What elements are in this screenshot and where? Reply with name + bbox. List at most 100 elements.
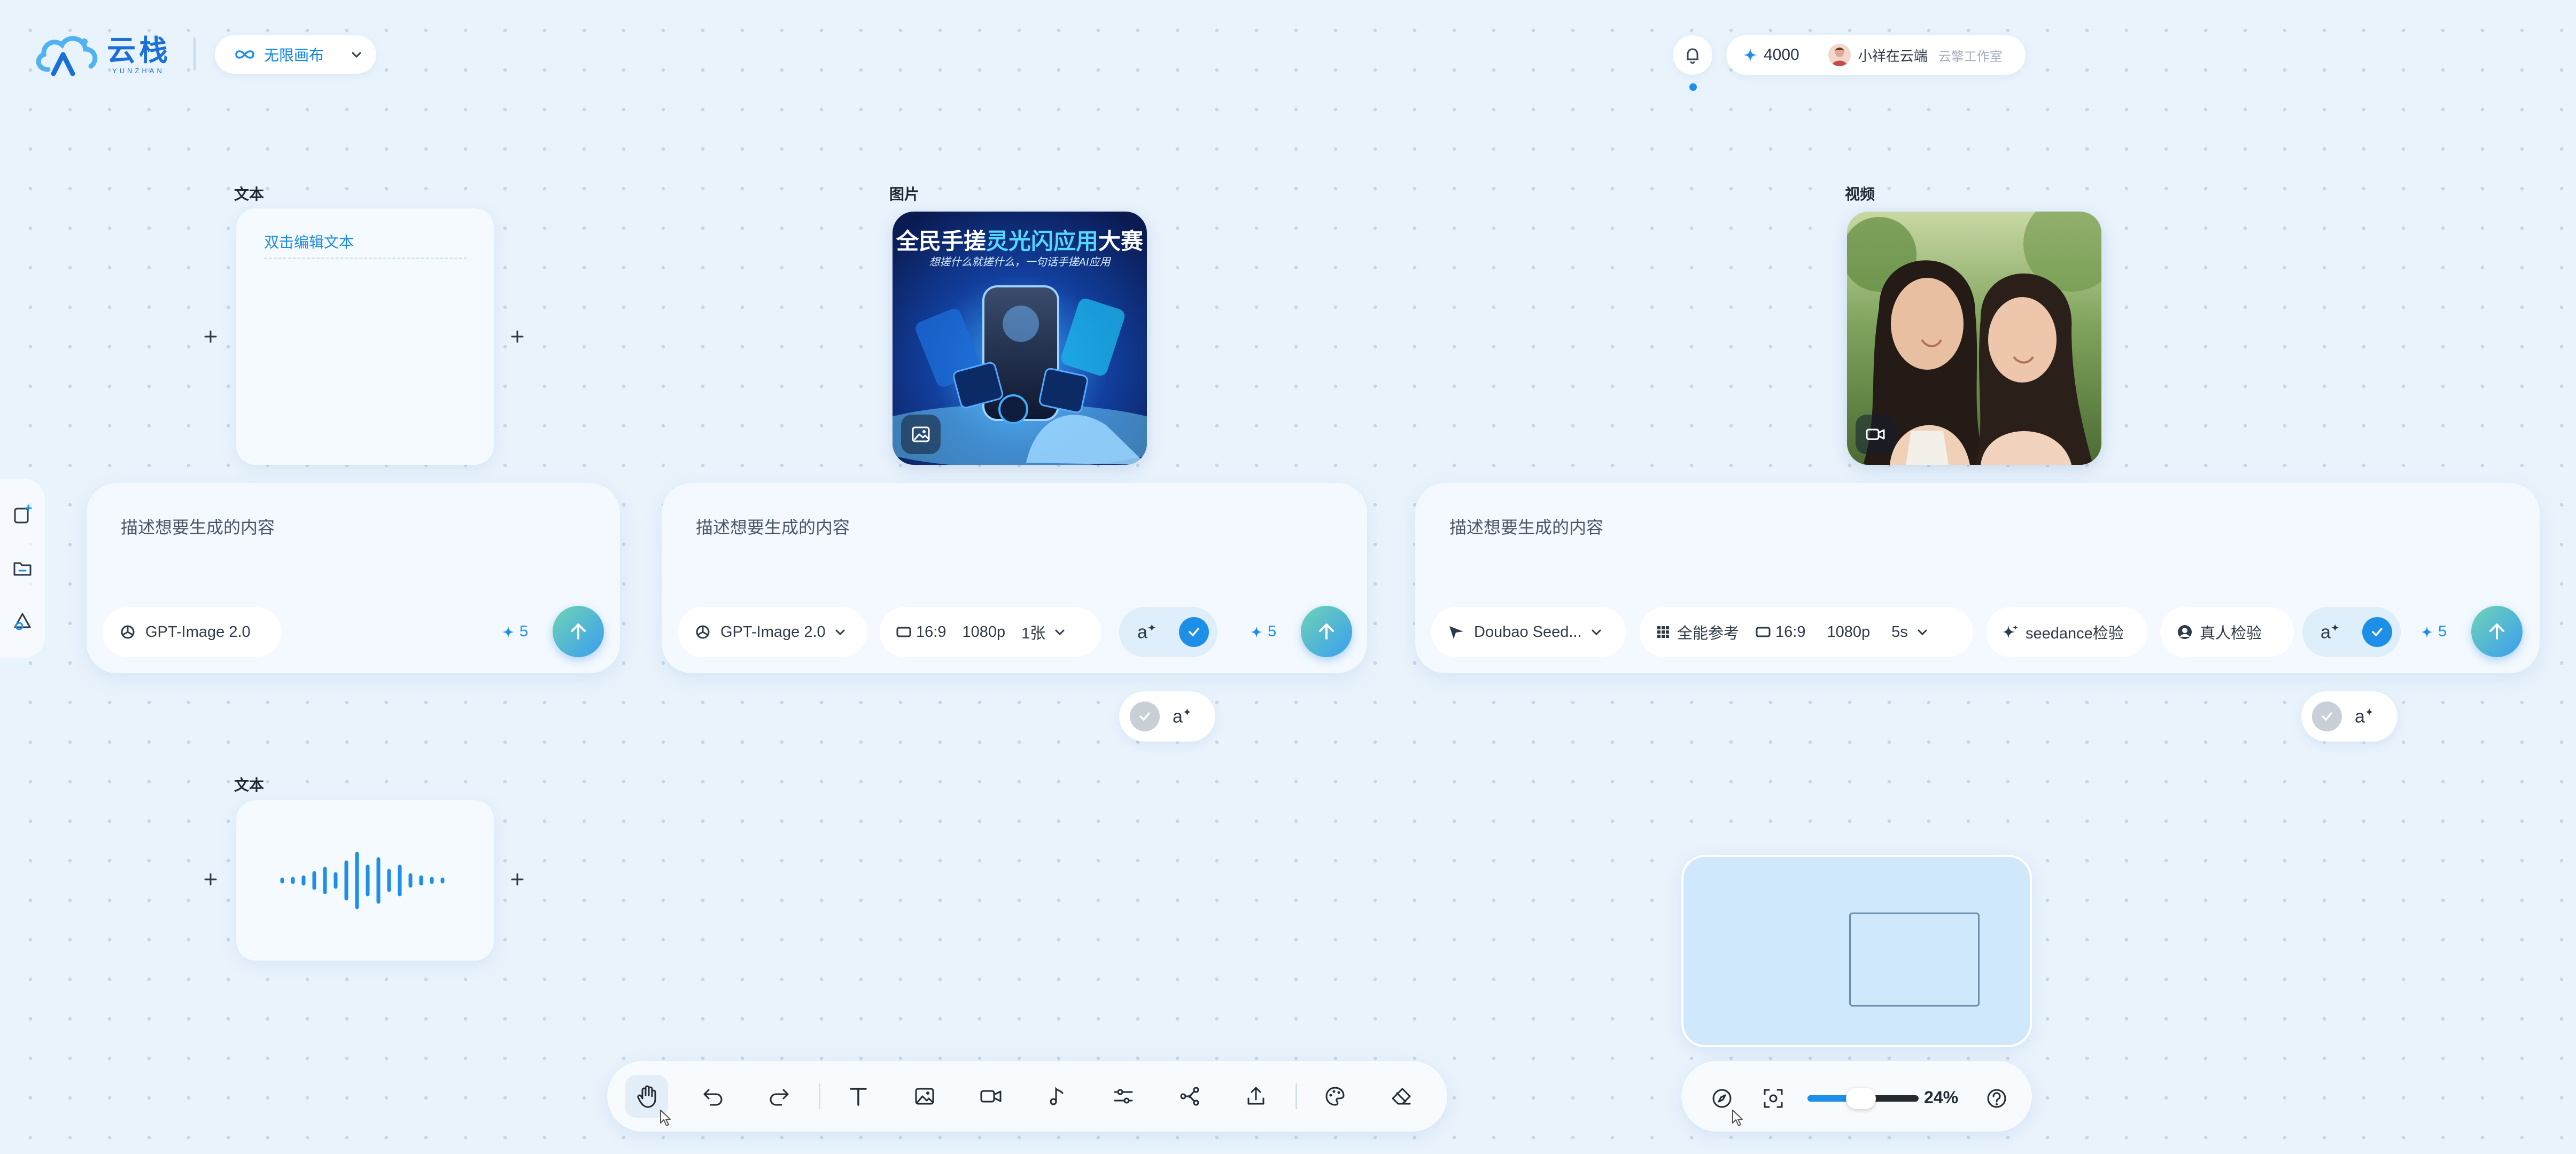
text-prompt-panel: 描述想要生成的内容 GPT-Image 2.0 5 — [87, 483, 620, 673]
workspace-name: 云擎工作室 — [1938, 49, 2003, 64]
user-account-pill[interactable]: 4000 小祥在云端 云擎工作室 — [1726, 35, 2026, 75]
output-settings-select[interactable]: 16:9 1080p 1张 — [880, 607, 1101, 657]
text-node-placeholder[interactable]: 双击编辑文本 — [264, 231, 354, 252]
text-node-card[interactable]: 双击编辑文本 — [236, 208, 494, 465]
model-name: GPT-Image 2.0 — [145, 623, 251, 641]
ai-enhance-floating-toggle[interactable]: a✦ — [2301, 691, 2397, 742]
text-underline — [264, 258, 467, 259]
username: 小祥在云端 — [1858, 48, 1928, 64]
adjust-icon — [1114, 1089, 1133, 1104]
cost-value: 5 — [1268, 623, 1277, 640]
model-select[interactable]: GPT-Image 2.0 — [103, 607, 281, 657]
eraser-button[interactable] — [1380, 1075, 1423, 1118]
video-icon — [980, 1090, 1002, 1103]
palette-button[interactable] — [1314, 1075, 1356, 1118]
ai-enhance-toggle[interactable]: a✦ — [1119, 607, 1217, 657]
seedance-check-label: seedance检验 — [2026, 625, 2124, 642]
video-tool-button[interactable] — [969, 1075, 1012, 1118]
canvas-mode-label: 无限画布 — [264, 47, 324, 64]
human-check-button[interactable]: 真人检验 — [2160, 607, 2294, 657]
audio-waveform-icon — [280, 852, 445, 909]
adjust-tool-button[interactable] — [1102, 1075, 1145, 1118]
ai-enhance-icon: a✦ — [2355, 706, 2374, 727]
shapes-icon[interactable] — [12, 611, 33, 633]
aspect-ratio-icon — [896, 627, 911, 637]
add-left-button[interactable] — [199, 325, 222, 348]
grid-icon — [1657, 626, 1669, 638]
fit-screen-button[interactable] — [1758, 1083, 1788, 1113]
send-button[interactable] — [1301, 606, 1352, 657]
model-select[interactable]: Doubao Seed... — [1431, 607, 1626, 657]
openai-icon — [121, 625, 135, 639]
text-tool-button[interactable] — [837, 1075, 880, 1118]
bell-icon — [1687, 48, 1698, 64]
duration-value: 5s — [1891, 623, 1908, 641]
send-button[interactable] — [2471, 606, 2523, 657]
folder-icon[interactable] — [12, 558, 33, 579]
compass-icon — [1712, 1089, 1732, 1108]
audio-node-card[interactable] — [236, 800, 494, 961]
help-icon — [1987, 1089, 2006, 1108]
prompt-input[interactable]: 描述想要生成的内容 — [696, 514, 850, 539]
chevron-down-icon — [835, 629, 845, 636]
avatar[interactable] — [1828, 44, 1851, 66]
header-divider — [193, 37, 196, 71]
brand-logo[interactable]: 云栈 YUNZHAN — [32, 28, 192, 81]
brand-name: 云栈 — [107, 34, 171, 67]
image-tool-button[interactable] — [903, 1075, 946, 1118]
zoom-slider-handle[interactable] — [1846, 1088, 1876, 1109]
plus-icon — [511, 330, 524, 343]
output-settings-select[interactable]: 全能参考 16:9 1080p 5s — [1640, 607, 1973, 657]
canvas-mode-select[interactable]: 无限画布 — [215, 35, 376, 74]
ai-enhance-toggle[interactable]: a✦ — [2302, 607, 2401, 657]
workflow-tool-button[interactable] — [1168, 1075, 1211, 1118]
infinity-icon — [235, 50, 254, 59]
help-button[interactable] — [1982, 1083, 2012, 1113]
reference-mode: 全能参考 — [1677, 625, 1740, 642]
minimap-viewport[interactable] — [1849, 913, 1980, 1007]
chevron-down-icon — [1592, 629, 1601, 636]
video-camera-icon — [1866, 428, 1885, 440]
openai-icon — [696, 625, 710, 639]
check-icon — [2312, 701, 2342, 731]
audio-tool-button[interactable] — [1036, 1075, 1078, 1118]
sparkle-icon — [502, 626, 515, 638]
cost-indicator: 5 — [2420, 623, 2447, 641]
ai-enhance-floating-toggle[interactable]: a✦ — [1119, 691, 1215, 742]
human-check-label: 真人检验 — [2200, 625, 2262, 642]
poster-subtitle: 想搓什么就搓什么，一句话手搓AI应用 — [929, 256, 1111, 268]
upload-button[interactable] — [1235, 1075, 1277, 1118]
ratio-value: 16:9 — [916, 623, 946, 641]
prompt-input[interactable]: 描述想要生成的内容 — [121, 514, 275, 539]
undo-button[interactable] — [692, 1075, 734, 1118]
model-select[interactable]: GPT-Image 2.0 — [678, 607, 867, 657]
chevron-down-icon — [1918, 629, 1927, 636]
video-node-card[interactable] — [1847, 212, 2101, 465]
image-node-card[interactable]: 全民手搓灵光闪应用大赛 想搓什么就搓什么，一句话手搓AI应用 — [893, 212, 1147, 465]
redo-button[interactable] — [758, 1075, 801, 1118]
text-icon — [850, 1088, 867, 1106]
plus-icon — [511, 873, 524, 886]
hand-icon — [637, 1085, 656, 1108]
add-node-icon[interactable] — [12, 504, 33, 526]
notification-button[interactable] — [1673, 35, 1712, 75]
redo-icon — [770, 1089, 789, 1106]
cost-value: 5 — [519, 623, 529, 640]
image-icon — [912, 426, 930, 442]
toolbar-divider — [819, 1083, 820, 1109]
seedance-check-button[interactable]: seedance检验 — [1986, 607, 2147, 657]
cost-indicator: 5 — [1250, 623, 1276, 641]
resolution-value: 1080p — [1827, 623, 1871, 641]
send-button[interactable] — [553, 606, 604, 657]
toolbar-divider — [1295, 1083, 1297, 1109]
prompt-input[interactable]: 描述想要生成的内容 — [1449, 514, 1603, 539]
add-right-button[interactable] — [506, 868, 529, 891]
add-right-button[interactable] — [506, 325, 529, 348]
notification-dot — [1689, 83, 1697, 91]
add-left-button[interactable] — [199, 868, 222, 891]
upload-icon — [1247, 1087, 1264, 1105]
video-type-badge — [1856, 415, 1895, 454]
sparkle-icon — [2420, 626, 2433, 638]
check-icon — [1179, 617, 1209, 647]
palette-icon — [1325, 1087, 1345, 1106]
